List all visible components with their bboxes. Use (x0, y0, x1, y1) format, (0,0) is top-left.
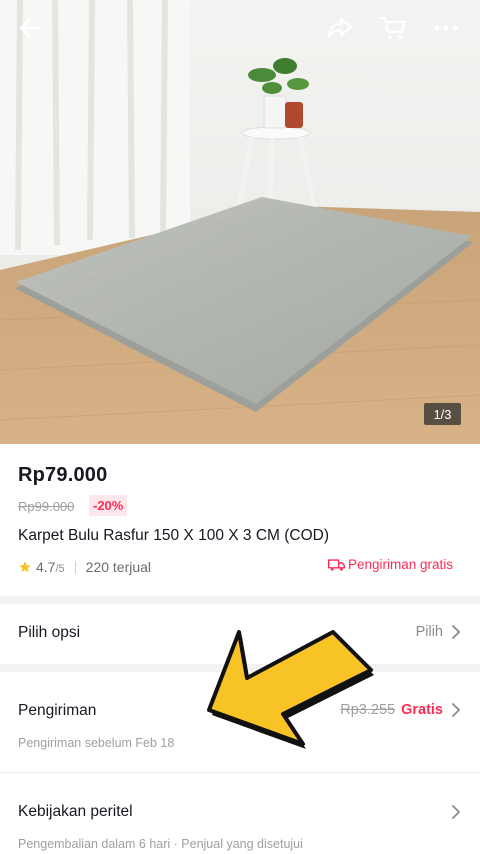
policy-chevron (443, 805, 460, 819)
more-options-button[interactable] (426, 8, 466, 48)
back-arrow-icon (19, 18, 41, 38)
cart-icon (379, 16, 406, 39)
shipping-free-label: Gratis (401, 702, 443, 718)
shipping-row[interactable]: Pengiriman Rp3.255 Gratis Pengiriman seb… (0, 672, 480, 772)
share-button[interactable] (320, 8, 360, 48)
shipping-original-fee: Rp3.255 (340, 702, 396, 718)
product-image-gallery[interactable]: 1/3 (0, 0, 480, 444)
options-label: Pilih opsi (18, 624, 81, 641)
truck-icon (328, 558, 345, 571)
discount-badge: -20% (89, 495, 128, 516)
divider (74, 560, 76, 574)
product-price: Rp79.000 (18, 464, 108, 486)
product-title: Karpet Bulu Rasfur 150 X 100 X 3 CM (COD… (18, 527, 329, 544)
cart-button[interactable] (373, 8, 413, 48)
sold-count: 220 terjual (85, 559, 152, 575)
more-icon (434, 25, 458, 31)
rating-value: 4.7 (36, 559, 56, 575)
free-shipping-label: Pengiriman gratis (328, 557, 453, 572)
chevron-right-icon (451, 805, 460, 819)
image-counter: 1/3 (424, 403, 461, 425)
chevron-right-icon (451, 703, 460, 717)
retailer-policy-row[interactable]: Kebijakan peritel Pengembalian dalam 6 h… (0, 772, 480, 854)
rating-scale: /5 (55, 562, 65, 575)
original-price: Rp99.000 (18, 499, 75, 514)
product-stats: 4.7 /5 220 terjual (18, 558, 151, 576)
product-photo (0, 0, 480, 444)
product-info-card: Rp79.000 Rp99.000 -20% Karpet Bulu Rasfu… (0, 444, 480, 596)
shipping-fee: Rp3.255 Gratis (340, 702, 460, 718)
policy-detail: Pengembalian dalam 6 hari · Penjual yang… (18, 837, 303, 851)
top-navigation-bar (0, 0, 480, 54)
shipping-label: Pengiriman (18, 702, 97, 719)
select-options-row[interactable]: Pilih opsi Pilih (0, 604, 480, 664)
shipping-estimate: Pengiriman sebelum Feb 18 (18, 736, 175, 750)
chevron-right-icon (451, 625, 460, 639)
back-button[interactable] (10, 8, 50, 48)
share-icon (327, 17, 353, 39)
policy-label: Kebijakan peritel (18, 803, 133, 820)
options-value: Pilih (416, 624, 460, 640)
star-icon (19, 561, 31, 573)
